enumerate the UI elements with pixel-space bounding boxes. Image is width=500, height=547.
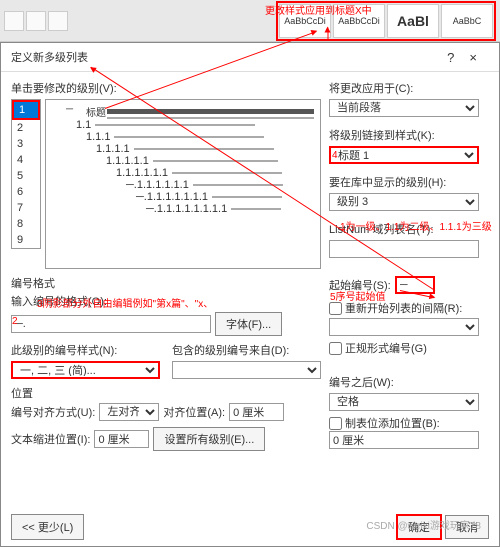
set-all-levels-button[interactable]: 设置所有级别(E)... xyxy=(153,427,265,451)
help-icon[interactable]: ? xyxy=(447,50,454,65)
include-from-select[interactable] xyxy=(172,361,321,379)
less-button[interactable]: << 更少(L) xyxy=(11,514,84,540)
style-item[interactable]: AaBl xyxy=(387,4,439,38)
align-label: 编号对齐方式(U): xyxy=(11,404,95,420)
position-section: 位置 xyxy=(11,385,321,401)
font-button[interactable]: 字体(F)... xyxy=(215,312,282,336)
level-item[interactable]: 3 xyxy=(12,136,40,152)
level-item[interactable]: 7 xyxy=(12,200,40,216)
gallery-level-select[interactable]: 级别 3 xyxy=(329,193,479,211)
start-at-input[interactable] xyxy=(395,276,435,294)
tab-add-checkbox[interactable] xyxy=(329,417,342,430)
enter-format-label: 输入编号的格式(O): xyxy=(11,293,321,309)
number-format-input[interactable] xyxy=(11,315,211,333)
toolbar-button[interactable] xyxy=(48,11,68,31)
watermark: CSDN @weixi游戏玩家78 xyxy=(366,517,481,532)
toolbar-button[interactable] xyxy=(4,11,24,31)
style-gallery: AaBbCcDi AaBbCcDi AaBl AaBbC xyxy=(276,1,496,41)
style-item[interactable]: AaBbCcDi xyxy=(333,4,385,38)
number-style-label: 此级别的编号样式(N): xyxy=(11,342,160,358)
indent-label: 文本缩进位置(I): xyxy=(11,431,90,447)
legal-checkbox[interactable] xyxy=(329,342,342,355)
include-from-label: 包含的级别编号来自(D): xyxy=(172,342,321,358)
level-item[interactable]: 8 xyxy=(12,216,40,232)
list-preview: ─ 标题 1.1 1.1.1 1.1.1.1 1.1.1.1.1 1.1.1.1… xyxy=(45,99,321,269)
apply-to-label: 将更改应用于(C): xyxy=(329,80,479,96)
link-style-label: 将级别链接到样式(K): xyxy=(329,127,479,143)
number-format-section: 编号格式 xyxy=(11,275,321,291)
level-item[interactable]: 4 xyxy=(12,152,40,168)
gallery-level-label: 要在库中显示的级别(H): xyxy=(329,174,479,190)
number-style-select[interactable]: 一, 二, 三 (简)... xyxy=(11,361,160,379)
dialog-titlebar: 定义新多级列表 ? × xyxy=(1,43,499,72)
restart-checkbox[interactable] xyxy=(329,302,342,315)
toolbar-button[interactable] xyxy=(26,11,46,31)
app-toolbar: AaBbCcDi AaBbCcDi AaBl AaBbC xyxy=(0,0,500,42)
level-item[interactable]: 5 xyxy=(12,168,40,184)
align-at-label: 对齐位置(A): xyxy=(163,404,225,420)
level-item[interactable]: 2 xyxy=(12,120,40,136)
style-item[interactable]: AaBbC xyxy=(441,4,493,38)
legal-label: 正规形式编号(G) xyxy=(345,340,427,356)
start-at-label: 起始编号(S): xyxy=(329,277,391,293)
indent-input[interactable] xyxy=(94,430,149,448)
link-style-select[interactable]: 标题 1 xyxy=(329,146,479,164)
follow-select[interactable]: 空格 xyxy=(329,393,479,411)
style-item[interactable]: AaBbCcDi xyxy=(279,4,331,38)
level-list[interactable]: 1 2 3 4 5 6 7 8 9 xyxy=(11,99,41,249)
tab-add-input[interactable] xyxy=(329,431,479,449)
align-select[interactable]: 左对齐 xyxy=(99,403,159,421)
listnum-input[interactable] xyxy=(329,240,479,258)
level-item[interactable]: 6 xyxy=(12,184,40,200)
restart-select[interactable] xyxy=(329,318,479,336)
multilevel-list-dialog: 定义新多级列表 ? × 单击要修改的级别(V): 1 2 3 4 5 6 7 8… xyxy=(0,42,500,547)
restart-label: 重新开始列表的间隔(R): xyxy=(345,300,462,316)
dialog-title: 定义新多级列表 xyxy=(11,49,88,65)
apply-to-select[interactable]: 当前段落 xyxy=(329,99,479,117)
listnum-label: ListNum 域列表名(T): xyxy=(329,221,479,237)
level-item[interactable]: 9 xyxy=(12,232,40,248)
follow-label: 编号之后(W): xyxy=(329,374,479,390)
align-at-input[interactable] xyxy=(229,403,284,421)
tab-add-label: 制表位添加位置(B): xyxy=(345,415,440,431)
close-icon[interactable]: × xyxy=(469,50,477,65)
click-level-label: 单击要修改的级别(V): xyxy=(11,80,321,96)
level-item[interactable]: 1 xyxy=(12,100,40,120)
